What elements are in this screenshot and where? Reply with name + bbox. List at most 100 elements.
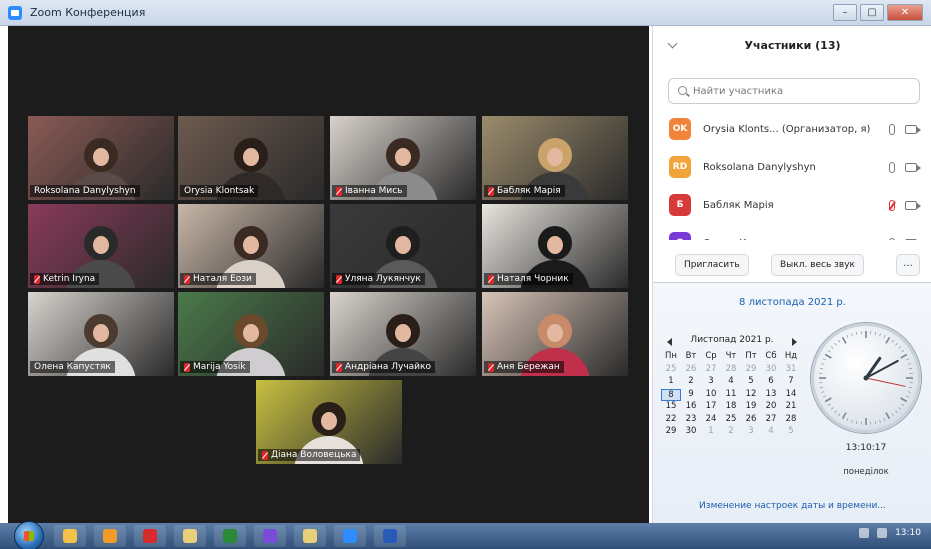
calendar-day[interactable]: 5 <box>741 376 761 389</box>
participant-name: Бабляк Марія <box>703 199 774 211</box>
calendar-day[interactable]: 1 <box>661 376 681 389</box>
calendar-day[interactable]: 18 <box>721 401 741 414</box>
video-tile[interactable]: Іванна Мись <box>330 116 476 200</box>
calendar-day[interactable]: 7 <box>781 376 801 389</box>
participant-row[interactable]: О Олена Капустяк <box>653 224 931 240</box>
calendar-day[interactable]: 27 <box>701 364 721 377</box>
mic-icon[interactable] <box>889 161 895 173</box>
mute-all-button[interactable]: Выкл. весь звук <box>771 254 864 276</box>
participant-row[interactable]: Б Бабляк Марія <box>653 186 931 224</box>
calendar-day[interactable]: 22 <box>661 414 681 427</box>
folder-app-button[interactable] <box>174 525 206 547</box>
calendar-day[interactable]: 4 <box>761 426 781 439</box>
calendar-day[interactable]: 17 <box>701 401 721 414</box>
calendar-day[interactable]: 13 <box>761 389 781 402</box>
calendar-day[interactable]: 2 <box>681 376 701 389</box>
viber-app-button[interactable] <box>254 525 286 547</box>
video-tile[interactable]: Ketrin Iryna <box>28 204 174 288</box>
calendar-day[interactable]: 4 <box>721 376 741 389</box>
mic-muted-icon[interactable] <box>889 199 895 211</box>
video-tile[interactable]: Уляна Лукянчук <box>330 204 476 288</box>
participant-row[interactable]: OK Orysia Klonts... (Организатор, я) <box>653 110 931 148</box>
calendar-day[interactable]: 29 <box>661 426 681 439</box>
calendar-day[interactable]: 26 <box>681 364 701 377</box>
calendar-day[interactable]: 5 <box>781 426 801 439</box>
calendar-month[interactable]: Листопад 2021 р. <box>690 335 773 345</box>
video-tile[interactable]: Діана Воловецька <box>256 380 402 464</box>
calendar-day[interactable]: 29 <box>741 364 761 377</box>
calendar-day[interactable]: 30 <box>761 364 781 377</box>
volume-icon[interactable] <box>877 528 888 538</box>
taskbar-clock[interactable]: 13:10 <box>895 528 921 538</box>
calendar-day[interactable]: 8 <box>661 388 681 401</box>
clock-tick <box>879 333 881 337</box>
opera-app-button[interactable] <box>134 525 166 547</box>
date-settings-link[interactable]: Изменение настроек даты и времени... <box>653 501 931 511</box>
network-icon[interactable] <box>859 528 870 538</box>
video-tile[interactable]: Orysia Klontsak <box>178 116 324 200</box>
calendar-day[interactable]: 15 <box>661 401 681 414</box>
video-tile[interactable]: Бабляк Марія <box>482 116 628 200</box>
calendar-day[interactable]: 21 <box>781 401 801 414</box>
participant-row[interactable]: RD Roksolana Danylyshyn <box>653 148 931 186</box>
mic-icon[interactable] <box>889 123 895 135</box>
calendar-day[interactable]: 2 <box>721 426 741 439</box>
calendar-day[interactable]: 24 <box>701 414 721 427</box>
calendar-day[interactable]: 10 <box>701 389 721 402</box>
minimize-button[interactable]: – <box>833 4 857 21</box>
media-player-app-button[interactable] <box>94 525 126 547</box>
calendar-day[interactable]: 25 <box>661 364 681 377</box>
video-tile[interactable]: Marija Yosik <box>178 292 324 376</box>
video-tile[interactable]: Наталя Чорник <box>482 204 628 288</box>
participants-panel: Участники (13) OK Orysia Klonts... (Орган… <box>653 26 931 282</box>
weekday-label: Пн <box>665 351 677 361</box>
invite-button[interactable]: Пригласить <box>675 254 749 276</box>
calendar-day[interactable]: 1 <box>701 426 721 439</box>
close-button[interactable]: ✕ <box>887 4 923 21</box>
video-tile[interactable]: Аня Бережан <box>482 292 628 376</box>
camera-icon[interactable] <box>905 124 921 134</box>
participant-search-input[interactable] <box>693 82 913 100</box>
date-link[interactable]: 8 листопада 2021 р. <box>653 297 931 308</box>
mic-icon[interactable] <box>889 237 895 240</box>
calendar-day[interactable]: 26 <box>741 414 761 427</box>
calendar-day[interactable]: 12 <box>741 389 761 402</box>
chevron-left-icon[interactable] <box>667 338 672 346</box>
clock-tick <box>830 346 834 349</box>
calendar-day[interactable]: 14 <box>781 389 801 402</box>
explorer-app-button[interactable] <box>54 525 86 547</box>
calendar-day[interactable]: 9 <box>681 389 701 402</box>
excel-app-button[interactable] <box>214 525 246 547</box>
app-folder-button[interactable] <box>294 525 326 547</box>
calendar-day[interactable]: 31 <box>781 364 801 377</box>
calendar-day[interactable]: 23 <box>681 414 701 427</box>
video-tile[interactable]: Roksolana Danylyshyn <box>28 116 174 200</box>
participant-name: Олена Капустяк <box>703 238 788 241</box>
word-app-button[interactable] <box>374 525 406 547</box>
calendar-day[interactable]: 11 <box>721 389 741 402</box>
calendar-day[interactable]: 28 <box>721 364 741 377</box>
window-titlebar[interactable]: Zoom Конференция – ▢ ✕ <box>0 0 931 26</box>
video-tile[interactable]: Олена Капустяк <box>28 292 174 376</box>
calendar-day[interactable]: 3 <box>701 376 721 389</box>
calendar-day[interactable]: 16 <box>681 401 701 414</box>
zoom-app-button[interactable] <box>334 525 366 547</box>
weekday-label: Ср <box>705 351 717 361</box>
video-tile[interactable]: Наталя Еози <box>178 204 324 288</box>
camera-icon[interactable] <box>905 200 921 210</box>
camera-icon[interactable] <box>905 162 921 172</box>
start-button[interactable] <box>14 521 44 549</box>
calendar-day[interactable]: 3 <box>741 426 761 439</box>
video-tile[interactable]: Андріана Лучайко <box>330 292 476 376</box>
calendar-day[interactable]: 25 <box>721 414 741 427</box>
calendar-day[interactable]: 6 <box>761 376 781 389</box>
chevron-right-icon[interactable] <box>792 338 797 346</box>
calendar-day[interactable]: 30 <box>681 426 701 439</box>
calendar-day[interactable]: 27 <box>761 414 781 427</box>
calendar-day[interactable]: 19 <box>741 401 761 414</box>
more-options-button[interactable]: ... <box>896 254 920 276</box>
camera-icon[interactable] <box>905 238 917 240</box>
calendar-day[interactable]: 28 <box>781 414 801 427</box>
calendar-day[interactable]: 20 <box>761 401 781 414</box>
maximize-button[interactable]: ▢ <box>860 4 884 21</box>
